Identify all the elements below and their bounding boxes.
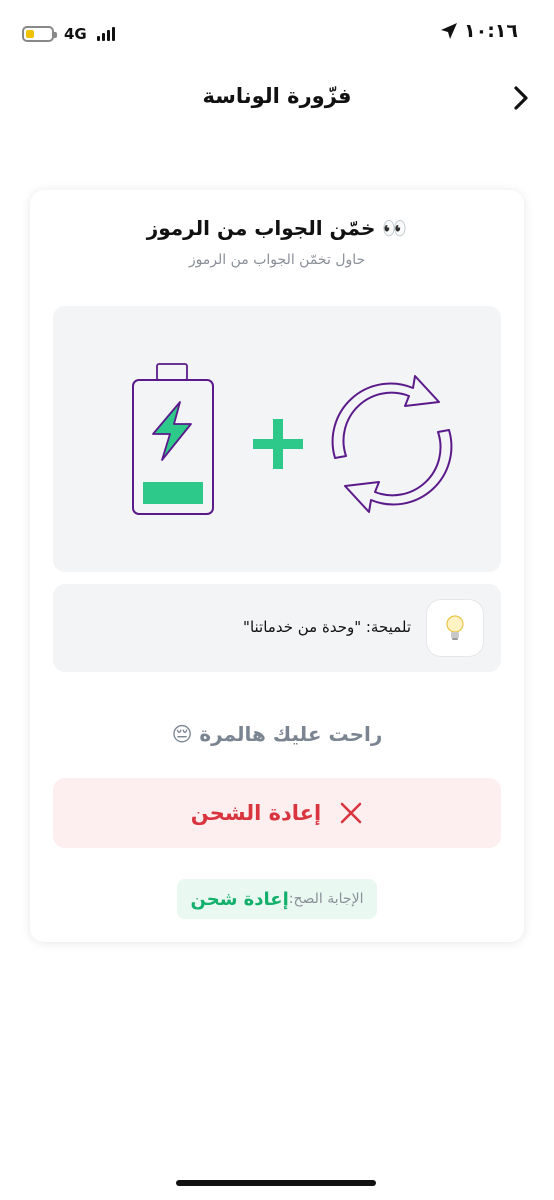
correct-answer-value: إعادة شحن [190,888,289,910]
chevron-right-icon [514,86,528,110]
battery-icon [22,26,57,42]
lightbulb-icon [446,615,464,640]
puzzle-symbols [132,363,453,515]
result-message: راحت عليك هالمرة 😔 [171,722,383,746]
status-time: ١٠:١٦ [464,20,518,42]
signal-icon [96,27,115,41]
close-x-icon [340,802,362,824]
selected-answer-wrong[interactable]: إعادة الشحن [53,778,501,848]
correct-answer-chip: الإجابة الصح: إعادة شحن [177,879,377,919]
puzzle-card: خمّن الجواب من الرموز 👀 حاول تخمّن الجوا… [30,190,524,942]
status-bar: 4G ١٠:١٦ [0,0,554,60]
refresh-arrows-icon [331,375,453,513]
plus-icon [253,419,303,469]
page-title: فزّورة الوناسة [202,84,352,108]
top-bar: فزّورة الوناسة [0,76,554,120]
home-indicator[interactable] [176,1180,376,1186]
hint-box: تلميحة: "وحدة من خدماتنا" [53,584,501,672]
puzzle-title: خمّن الجواب من الرموز 👀 [146,216,408,240]
hint-icon-container [427,600,483,656]
network-type: 4G [64,25,87,43]
emoji-puzzle-area [53,306,501,572]
puzzle-screen: 4G ١٠:١٦ فزّورة الوناسة خمّن الجواب من ا… [0,0,554,1200]
battery-charging-icon [132,363,214,515]
location-arrow-icon [441,23,457,39]
back-button[interactable] [506,82,536,114]
hint-text: تلميحة: "وحدة من خدماتنا" [243,618,411,636]
selected-answer-label: إعادة الشحن [190,801,322,825]
puzzle-subtitle: حاول تخمّن الجواب من الرموز [188,252,366,268]
correct-answer-label: الإجابة الصح: [288,891,364,907]
